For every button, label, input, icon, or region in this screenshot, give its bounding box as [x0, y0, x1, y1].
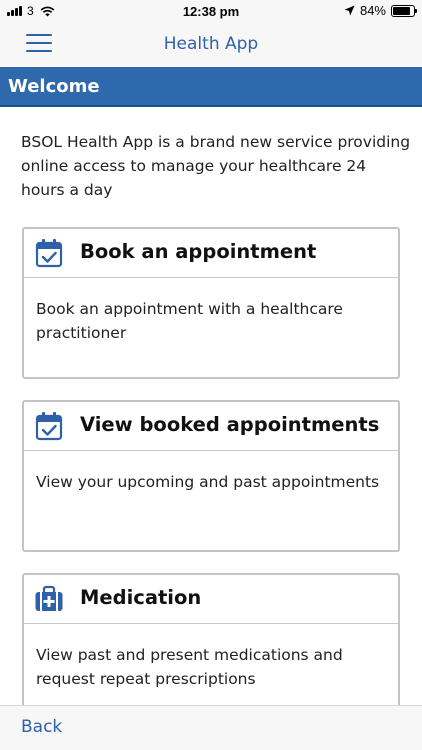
intro-text: BSOL Health App is a brand new service p…	[21, 133, 411, 199]
card-description: View past and present medications and re…	[36, 646, 343, 688]
card-description: View your upcoming and past appointments	[36, 473, 380, 491]
calendar-check-icon	[35, 412, 63, 441]
card-title: Medication	[80, 586, 202, 609]
bottom-bar: Back	[0, 705, 422, 750]
card-description: Book an appointment with a healthcare pr…	[36, 300, 343, 342]
back-button[interactable]: Back	[21, 717, 62, 737]
nav-bar: Health App	[0, 22, 422, 66]
card-header: Medication	[24, 575, 398, 624]
medication-card[interactable]: Medication View past and present medicat…	[22, 573, 400, 725]
card-header: Book an appointment	[24, 229, 398, 278]
battery-icon	[391, 4, 417, 17]
battery-level-fill	[393, 6, 410, 15]
card-title: Book an appointment	[80, 240, 317, 263]
welcome-banner: Welcome	[0, 67, 422, 107]
view-appointments-card[interactable]: View booked appointments View your upcom…	[22, 400, 400, 552]
location-arrow-icon	[344, 5, 355, 16]
card-title: View booked appointments	[80, 413, 380, 436]
status-right: 84%	[344, 3, 417, 18]
calendar-check-icon	[35, 239, 63, 268]
status-bar: 3 12:38 pm 84%	[0, 0, 422, 22]
book-appointment-card[interactable]: Book an appointment Book an appointment …	[22, 227, 400, 379]
welcome-heading: Welcome	[8, 76, 100, 97]
page-title: Health App	[163, 34, 259, 54]
battery-percent: 84%	[359, 3, 386, 18]
medical-kit-icon	[35, 585, 63, 611]
card-header: View booked appointments	[24, 402, 398, 451]
